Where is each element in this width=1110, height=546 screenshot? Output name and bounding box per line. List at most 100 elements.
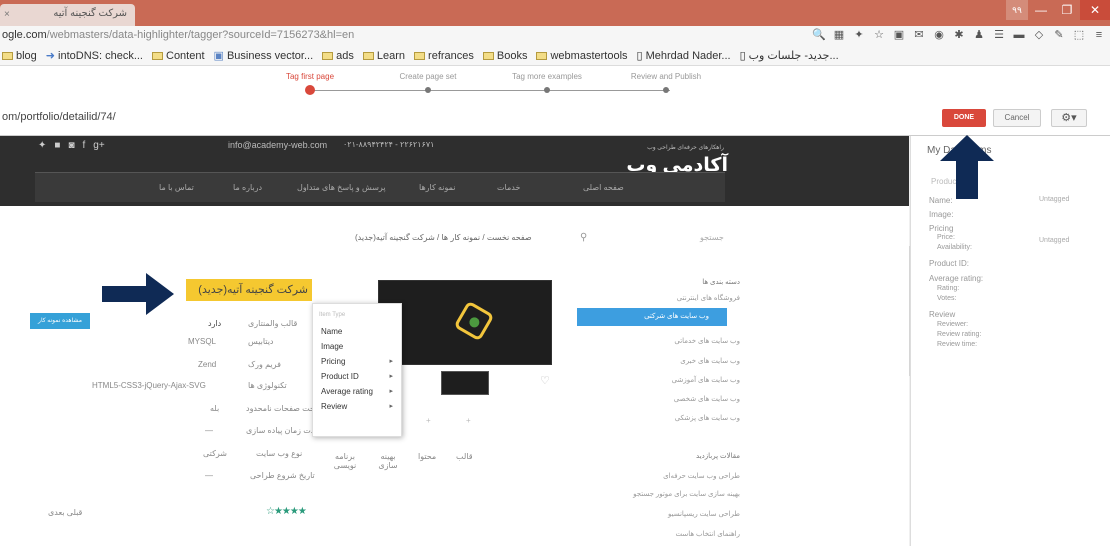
pen-icon[interactable]: ✎ [1052,28,1066,42]
bookmark-item[interactable]: Learn [362,50,405,62]
article-link[interactable]: بهینه سازی سایت برای موتور جستجو [600,490,740,498]
mail-icon[interactable]: ▣ [892,28,906,42]
info-label: قالب والمنتاری [248,319,298,328]
category-item[interactable]: وب سایت های پزشکی [600,414,740,422]
bookmark-item[interactable]: Content [152,50,205,62]
grid-col-label: برنامه نویسی [333,452,357,470]
category-item[interactable]: وب سایت های آموزشی [600,376,740,384]
menu-item[interactable]: درباره ما [233,183,262,192]
category-item[interactable]: فروشگاه های اینترنتی [600,294,740,302]
browser-tab[interactable]: × شرکت گنجینه آتیه [0,4,135,26]
menu-item-average-rating[interactable]: Average rating ▸ [313,384,401,399]
minimize-icon[interactable]: — [1028,0,1054,20]
bookmark-item[interactable]: ▯ جدید- جلسات وب... [740,49,839,62]
category-item-active[interactable]: وب سایت های شرکتی [577,308,727,326]
menu-item[interactable]: خدمات [497,183,520,192]
menu-icon[interactable]: ≡ [1092,28,1106,42]
url-text[interactable]: ogle.com/webmasters/data-highlighter/tag… [2,29,354,41]
search-icon[interactable]: ⚲ [580,232,587,243]
article-link[interactable]: طراحی سایت ریسپانسیو [600,510,740,518]
menu-item-pricing[interactable]: Pricing ▸ [313,354,401,369]
plus-icon[interactable]: + [466,416,471,425]
menu-item-review[interactable]: Review ▸ [313,399,401,414]
sidebar-search-input[interactable]: جستجو [700,233,724,242]
googleplus-icon[interactable]: g+ [93,140,104,151]
lastpass-icon[interactable]: ◉ [932,28,946,42]
menu-header: Item Type [319,312,346,318]
steps-line [310,90,670,91]
site-logo[interactable]: راهکارهای حرفه‌ای طراحی وب آکادمی وب [608,140,728,176]
bookmark-item[interactable]: blog [2,50,37,62]
bookmark-item[interactable]: ▣ Business vector... [214,49,314,63]
info-value: MYSQL [188,337,217,346]
gmail-icon[interactable]: ✉ [912,28,926,42]
tab-close-icon[interactable]: × [4,9,10,20]
category-item[interactable]: وب سایت های خدماتی [600,337,740,345]
pin-icon[interactable]: ✦ [852,28,866,42]
user-icon[interactable]: ♟ [972,28,986,42]
zoom-icon[interactable]: 🔍 [812,28,826,42]
twitter-icon[interactable]: ✦ [38,140,46,151]
list-icon[interactable]: ☰ [992,28,1006,42]
bookmark-item[interactable]: refrances [414,50,474,62]
step-dot [425,87,431,93]
instagram-icon[interactable]: ◙ [68,140,74,151]
bookmark-item[interactable]: Books [482,50,527,62]
settings-gear-button[interactable]: ⚙▾ [1051,109,1087,127]
bookmark-item[interactable]: ▯ Mehrdad Nader... [637,49,731,63]
rating-stars[interactable]: ☆★★★★ [266,506,307,517]
tagged-website: ✦ ■ ◙ f g+ info@academy-web.com ۰۲۱-۸۸۹۴… [0,136,910,546]
grid-icon[interactable]: ▦ [832,28,846,42]
facebook-icon[interactable]: f [82,140,85,151]
info-value: شرکتی [203,449,228,458]
pager-links[interactable]: قبلی بعدی [48,508,82,517]
step-label: Review and Publish [630,72,702,81]
site-topbar [0,136,910,158]
breadcrumb[interactable]: صفحه نخست / نمونه کار ها / شرکت گنجینه آ… [355,233,532,242]
article-link[interactable]: راهنمای انتخاب هاست [600,530,741,538]
category-item[interactable]: وب سایت های شخصی [600,395,740,403]
menu-item-product-id[interactable]: Product ID ▸ [313,369,401,384]
view-portfolio-button[interactable]: مشاهده نمونه کار [30,313,90,329]
folder-icon [414,51,426,60]
ad-icon[interactable]: ▬ [1012,28,1026,42]
plus-icon[interactable]: + [426,416,431,425]
page-title[interactable]: شرکت گنجینه آتیه(جدید) [186,279,312,301]
bookmarks-bar: blog ➜ intoDNS: check... Content ▣ Busines… [0,46,1110,66]
site-menu: صفحه اصلی خدمات نمونه کارها پرسش و پاسخ … [35,172,725,202]
product-image[interactable] [378,280,552,365]
article-link[interactable]: طراحی وب سایت حرفه‌ای [600,472,740,480]
product-thumbnail[interactable] [441,371,489,395]
menu-item[interactable]: صفحه اصلی [583,183,624,192]
highlighter-toolbar: Tag first page Create page set Tag more … [0,66,1110,136]
star-icon[interactable]: ☆ [872,28,886,42]
gear-icon[interactable]: ✱ [952,28,966,42]
bookmark-item[interactable]: ➜ intoDNS: check... [46,49,143,63]
info-value: — [205,426,213,435]
menu-item[interactable]: تماس با ما [159,183,194,192]
bookmark-item[interactable]: webmastertools [536,50,628,62]
info-value: Zend [198,360,217,369]
heart-icon[interactable]: ♡ [540,374,550,387]
menu-item-image[interactable]: Image [313,339,401,354]
step-label: Create page set [399,72,457,81]
address-bar[interactable]: ogle.com/webmasters/data-highlighter/tag… [0,26,1110,46]
menu-item[interactable]: پرسش و پاسخ های متداول [297,183,386,192]
done-button[interactable]: DONE [942,109,986,127]
category-item[interactable]: وب سایت های خبری [600,357,740,365]
grid-col-label: محتوا [418,452,437,461]
site-email[interactable]: info@academy-web.com [228,140,327,150]
category-heading: دسته بندی ها [702,279,740,286]
maximize-icon[interactable]: ❐ [1054,0,1080,20]
tag-icon[interactable]: ◇ [1032,28,1046,42]
menu-item-name[interactable]: Name [313,324,401,339]
linkedin-icon[interactable]: ■ [54,140,60,151]
close-icon[interactable]: ✕ [1080,0,1110,20]
cancel-button[interactable]: Cancel [993,109,1041,127]
data-item-label: Reviewer: [937,321,969,328]
menu-item[interactable]: نمونه کارها [419,183,456,192]
step-dot [544,87,550,93]
bookmark-item[interactable]: ads [322,50,354,62]
stack-icon[interactable]: ⬚ [1072,28,1086,42]
profile-chip[interactable]: ۹۹ [1006,0,1028,20]
